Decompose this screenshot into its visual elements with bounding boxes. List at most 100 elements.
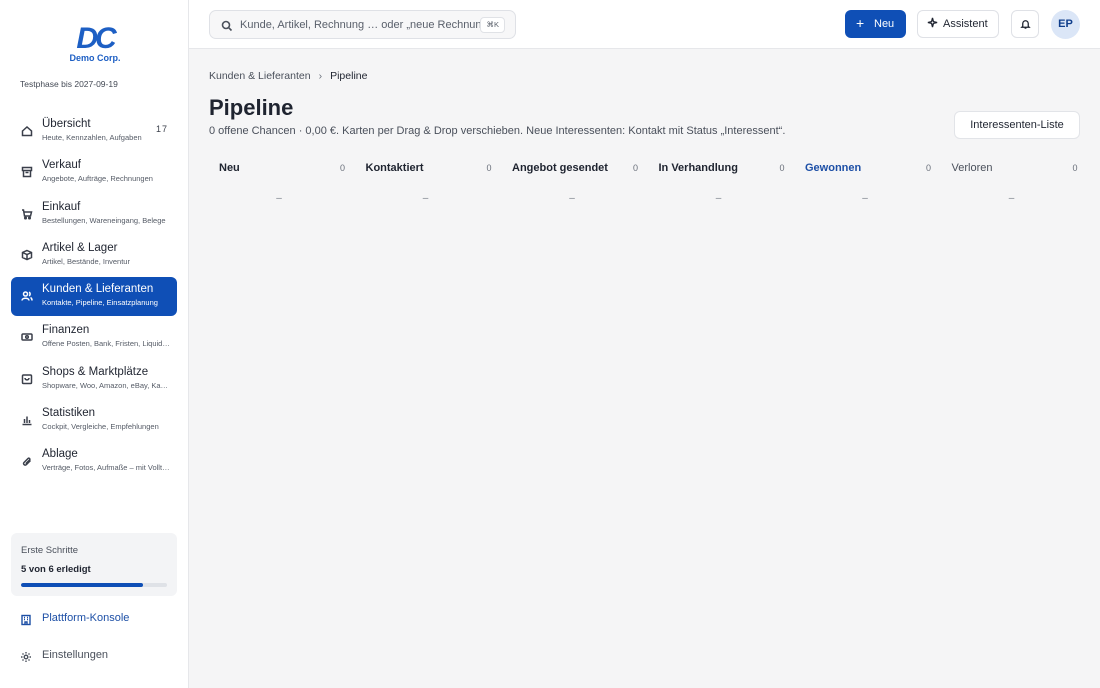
pipeline-column-empty: – <box>276 193 282 204</box>
page-title: Pipeline <box>209 95 294 120</box>
paperclip-icon <box>20 454 34 468</box>
breadcrumb: Kunden & Lieferanten › Pipeline <box>209 70 367 82</box>
bell-icon <box>1020 20 1031 29</box>
platform-console-link[interactable]: Plattform-Konsole <box>11 607 177 631</box>
pipeline-column-empty: – <box>1008 193 1015 204</box>
sidebar-item-label: Übersicht <box>42 118 91 130</box>
settings-label: Einstellungen <box>42 649 109 661</box>
sidebar-item-artikel-lager[interactable]: Artikel & Lager Artikel, Bestände, Inven… <box>11 236 177 275</box>
pipeline-column-title: Gewonnen <box>805 162 862 174</box>
onboarding-progress-text: 5 von 6 erledigt <box>21 564 91 575</box>
pipeline-column-count: 0 <box>632 163 638 173</box>
sidebar-item-label: Ablage <box>42 448 78 461</box>
sidebar-item-subtitle: Shopware, Woo, Amazon, eBay, Kaufland <box>42 380 170 390</box>
gear-icon <box>20 650 32 662</box>
sidebar-item-uebersicht[interactable]: Übersicht Heute, Kennzahlen, Aufgaben 17 <box>11 112 177 151</box>
sidebar-item-label: Finanzen <box>42 324 90 337</box>
sidebar-item-label: Artikel & Lager <box>42 241 118 254</box>
pipeline-column-count: 0 <box>779 163 785 173</box>
breadcrumb-current: Pipeline <box>330 70 368 82</box>
sparkle-icon <box>927 17 938 28</box>
home-icon <box>20 124 34 138</box>
search-shortcut-hint: ⌘K <box>480 17 505 33</box>
onboarding-progress-bar <box>21 583 167 587</box>
pipeline-column-title: Kontaktiert <box>365 162 424 174</box>
page-subtitle: 0 offene Chancen · 0,00 €. Karten per Dr… <box>209 125 786 137</box>
breadcrumb-parent[interactable]: Kunden & Lieferanten <box>209 70 311 82</box>
archive-icon <box>20 165 34 179</box>
pipeline-column-empty: – <box>569 193 575 204</box>
main-navigation: Übersicht Heute, Kennzahlen, Aufgaben 17… <box>11 112 177 484</box>
onboarding-progress-fill <box>21 583 143 587</box>
logo-company-name: Demo Corp. <box>69 53 121 63</box>
box-icon <box>20 248 34 262</box>
pipeline-column-title: Angebot gesendet <box>512 162 608 174</box>
cart-icon <box>20 207 34 221</box>
trial-notice: Testphase bis 2027-09-19 <box>20 79 118 89</box>
pipeline-column-kontaktiert[interactable]: Kontaktiert 0 – <box>356 156 496 212</box>
pipeline-column-verloren[interactable]: Verloren 0 – <box>942 156 1082 212</box>
sidebar-item-subtitle: Artikel, Bestände, Inventur <box>42 256 130 266</box>
sidebar-item-label: Statistiken <box>42 407 96 420</box>
new-button-label: Neu <box>874 18 895 30</box>
sidebar-item-subtitle: Offene Posten, Bank, Fristen, Liquidität <box>42 339 170 349</box>
search-icon <box>221 19 233 32</box>
onboarding-steps-card[interactable]: Erste Schritte 5 von 6 erledigt <box>11 533 177 596</box>
sidebar-item-ablage[interactable]: Ablage Verträge, Fotos, Aufmaße – mit Vo… <box>11 442 177 481</box>
pipeline-column-in-verhandlung[interactable]: In Verhandlung 0 – <box>649 156 789 212</box>
chart-icon <box>20 413 34 427</box>
settings-link[interactable]: Einstellungen <box>11 644 177 668</box>
assistant-button[interactable]: Assistent <box>917 10 999 38</box>
sidebar-item-subtitle: Heute, Kennzahlen, Aufgaben <box>42 133 142 142</box>
prospects-list-button[interactable]: Interessenten-Liste <box>954 111 1080 139</box>
sidebar-item-subtitle: Verträge, Fotos, Aufmaße – mit Volltexts… <box>42 463 170 473</box>
pipeline-column-title: Neu <box>219 162 240 174</box>
sidebar-item-kunden-lieferanten[interactable]: Kunden & Lieferanten Kontakte, Pipeline,… <box>11 277 177 317</box>
pipeline-column-empty: – <box>715 193 722 204</box>
sidebar-item-label: Shops & Marktplätze <box>42 365 149 378</box>
sidebar-item-verkauf[interactable]: Verkauf Angebote, Aufträge, Rechnungen <box>11 153 177 192</box>
user-avatar[interactable]: EP <box>1051 10 1080 39</box>
pipeline-column-neu[interactable]: Neu 0 – <box>209 156 349 212</box>
store-icon <box>20 372 34 386</box>
pipeline-column-empty: – <box>862 193 868 204</box>
pipeline-column-count: 0 <box>925 163 931 173</box>
sidebar-item-statistiken[interactable]: Statistiken Cockpit, Vergleiche, Empfehl… <box>11 401 177 440</box>
sidebar-item-subtitle: Bestellungen, Wareneingang, Belege <box>42 215 166 225</box>
sidebar-item-subtitle: Cockpit, Vergleiche, Empfehlungen <box>42 422 159 432</box>
sidebar-item-subtitle: Angebote, Aufträge, Rechnungen <box>42 174 153 184</box>
sidebar-item-finanzen[interactable]: Finanzen Offene Posten, Bank, Fristen, L… <box>11 318 177 357</box>
pipeline-board: Neu 0 – Kontaktiert 0 – Angebot gesendet… <box>209 156 1080 216</box>
sidebar-item-count: 17 <box>155 124 168 134</box>
new-button[interactable]: + Neu <box>845 10 906 38</box>
pipeline-column-title: Verloren <box>951 162 993 174</box>
company-logo[interactable]: DC Demo Corp. <box>60 22 130 64</box>
pipeline-column-count: 0 <box>339 163 345 173</box>
pipeline-column-gewonnen[interactable]: Gewonnen 0 – <box>795 156 935 212</box>
sidebar-item-einkauf[interactable]: Einkauf Bestellungen, Wareneingang, Bele… <box>11 195 177 234</box>
sidebar-item-shops[interactable]: Shops & Marktplätze Shopware, Woo, Amazo… <box>11 360 177 399</box>
pipeline-column-count: 0 <box>1072 163 1078 173</box>
users-icon <box>20 289 34 303</box>
plus-icon: + <box>856 15 865 31</box>
pipeline-column-title: In Verhandlung <box>658 162 738 174</box>
sidebar-item-label: Verkauf <box>42 159 81 172</box>
sidebar-item-label: Einkauf <box>42 200 81 213</box>
onboarding-title: Erste Schritte <box>21 545 79 556</box>
top-bar: ⌘K + Neu Assistent EP <box>189 0 1100 49</box>
building-icon <box>20 613 32 626</box>
assistant-button-label: Assistent <box>943 18 988 30</box>
pipeline-column-angebot-gesendet[interactable]: Angebot gesendet 0 – <box>502 156 642 212</box>
logo-mark: DC <box>76 22 116 55</box>
search-input[interactable] <box>240 16 480 34</box>
sidebar-item-subtitle: Kontakte, Pipeline, Einsatzplanung <box>42 298 158 308</box>
platform-console-label: Plattform-Konsole <box>42 612 130 624</box>
chevron-right-icon: › <box>318 70 323 82</box>
notifications-button[interactable] <box>1011 10 1039 38</box>
global-search[interactable]: ⌘K <box>209 10 516 39</box>
sidebar: DC Demo Corp. Testphase bis 2027-09-19 Ü… <box>0 0 189 688</box>
pipeline-column-count: 0 <box>486 163 492 173</box>
banknote-icon <box>20 330 34 344</box>
sidebar-item-label: Kunden & Lieferanten <box>42 283 154 296</box>
pipeline-column-empty: – <box>422 193 429 204</box>
